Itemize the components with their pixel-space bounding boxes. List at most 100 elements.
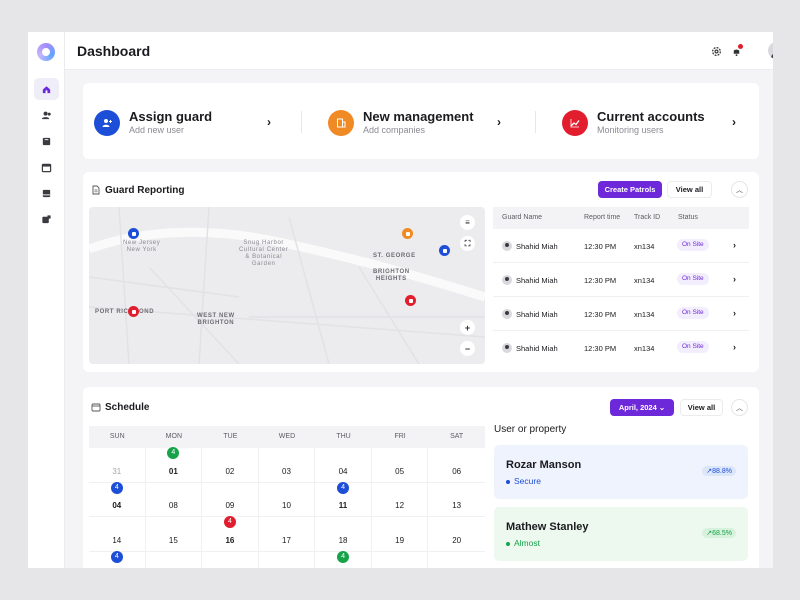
zoom-in-button[interactable]: + xyxy=(460,320,475,335)
user-property-title: User or property xyxy=(494,424,567,435)
user-plus-icon xyxy=(94,109,120,136)
view-all-button[interactable]: View all xyxy=(667,181,712,198)
top-bar: Dashboard ⌄ xyxy=(65,32,773,70)
chevron-up-icon: ︿ xyxy=(736,186,743,194)
day-number: 10 xyxy=(282,501,291,510)
logo[interactable] xyxy=(37,43,55,61)
new-management-action[interactable]: New management Add companies xyxy=(328,109,474,136)
user-name: Mathew Stanley xyxy=(506,521,589,533)
event-count-badge[interactable]: 4 xyxy=(167,447,180,459)
notifications-button[interactable] xyxy=(729,44,743,58)
calendar-day[interactable] xyxy=(259,551,316,568)
chevron-right-icon[interactable]: › xyxy=(267,115,271,129)
chevron-right-icon[interactable]: › xyxy=(497,115,501,129)
calendar-day[interactable]: 10 xyxy=(259,482,316,516)
current-accounts-action[interactable]: Current accounts Monitoring users xyxy=(562,109,705,136)
day-number: 18 xyxy=(338,535,348,545)
sidebar-item-inbox[interactable] xyxy=(34,182,59,204)
calendar-day[interactable]: 12 xyxy=(372,482,429,516)
day-number: 04 xyxy=(112,501,122,510)
calendar-day[interactable]: 4 11 xyxy=(315,481,372,516)
map-pin[interactable] xyxy=(128,306,139,317)
calendar-day[interactable]: 03 xyxy=(259,448,316,482)
map-pin[interactable] xyxy=(128,228,139,239)
calendar-day[interactable]: 4 01 xyxy=(146,447,203,482)
zoom-out-button[interactable]: − xyxy=(460,341,475,356)
day-number: 19 xyxy=(395,535,405,545)
status-badge: On Site xyxy=(677,341,709,353)
calendar-day[interactable]: 09 xyxy=(202,482,259,516)
calendar-day[interactable]: 15 xyxy=(146,517,203,551)
collapse-button[interactable]: ︿ xyxy=(731,181,748,198)
calendar-day[interactable]: 17 xyxy=(259,517,316,551)
calendar-week: 31 4 01 02 03 04 05 06 xyxy=(89,447,485,483)
collapse-button[interactable]: ︿ xyxy=(731,399,748,416)
chevron-right-icon[interactable]: › xyxy=(732,115,736,129)
event-count-badge[interactable]: 4 xyxy=(223,516,236,528)
view-all-button[interactable]: View all xyxy=(680,399,723,416)
event-count-badge[interactable]: 4 xyxy=(110,550,123,563)
calendar-day[interactable]: 20 xyxy=(428,517,485,551)
table-row[interactable]: Shahid Miah 12:30 PM xn134 On Site › xyxy=(493,229,749,263)
sidebar-item-briefcase[interactable] xyxy=(34,208,59,230)
calendar-day[interactable]: 4 xyxy=(315,550,372,568)
map-pin[interactable] xyxy=(402,228,413,239)
calendar-day[interactable]: 4 04 xyxy=(89,481,146,516)
month-label: April, 2024 xyxy=(618,403,657,412)
map-list-icon[interactable]: ≡ xyxy=(460,215,475,230)
guard-name: Shahid Miah xyxy=(516,344,558,353)
user-card[interactable]: Rozar Manson Secure ↗88.8% xyxy=(494,445,748,499)
sidebar-item-book[interactable] xyxy=(34,130,59,152)
sidebar-item-users[interactable] xyxy=(34,104,59,126)
chevron-right-icon[interactable]: › xyxy=(733,342,736,352)
calendar-day[interactable]: 06 xyxy=(428,448,485,482)
sidebar xyxy=(28,32,65,568)
calendar-day[interactable]: 14 xyxy=(89,517,146,551)
settings-button[interactable] xyxy=(709,44,723,58)
event-count-badge[interactable]: 4 xyxy=(337,550,350,563)
user-avatar[interactable] xyxy=(768,42,773,59)
calendar-day[interactable]: 18 xyxy=(315,517,372,551)
avatar xyxy=(502,241,512,251)
sidebar-item-calendar[interactable] xyxy=(34,156,59,178)
table-row[interactable]: Shahid Miah 12:30 PM xn134 On Site › xyxy=(493,263,749,297)
table-row[interactable]: Shahid Miah 12:30 PM xn134 On Site › xyxy=(493,331,749,365)
report-time: 12:30 PM xyxy=(584,310,617,319)
calendar-day[interactable] xyxy=(428,552,485,569)
calendar-day[interactable]: 04 xyxy=(315,448,372,482)
calendar-day[interactable] xyxy=(146,551,203,568)
calendar-day[interactable]: 31 xyxy=(89,448,146,482)
calendar-day[interactable]: 05 xyxy=(372,448,429,482)
report-time: 12:30 PM xyxy=(584,242,617,251)
avatar xyxy=(502,343,512,353)
map-pin[interactable] xyxy=(439,245,450,256)
user-card[interactable]: Mathew Stanley Almost ↗68.5% xyxy=(494,507,748,561)
chevron-right-icon[interactable]: › xyxy=(733,274,736,284)
sidebar-item-home[interactable] xyxy=(34,78,59,100)
map-pin[interactable] xyxy=(405,295,416,306)
event-count-badge[interactable]: 4 xyxy=(337,481,350,494)
calendar-day[interactable]: 02 xyxy=(202,448,259,482)
calendar-day[interactable]: 08 xyxy=(146,482,203,516)
calendar-day[interactable]: 4 16 xyxy=(202,516,259,551)
month-select[interactable]: April, 2024 ⌄ xyxy=(610,399,674,416)
calendar-day[interactable] xyxy=(202,551,259,568)
calendar-day[interactable]: 19 xyxy=(372,517,429,551)
map-roads xyxy=(89,207,485,364)
calendar-day[interactable]: 13 xyxy=(428,483,485,517)
calendar-day[interactable]: 4 xyxy=(89,550,146,568)
map[interactable]: New Jersey New York Snug Harbor Cultural C… xyxy=(89,207,485,364)
chevron-right-icon[interactable]: › xyxy=(733,240,736,250)
chevron-right-icon[interactable]: › xyxy=(733,308,736,318)
report-time: 12:30 PM xyxy=(584,344,617,353)
calendar-day[interactable] xyxy=(372,551,429,568)
day-number: 14 xyxy=(112,535,122,545)
fullscreen-icon[interactable]: ⛶ xyxy=(460,236,475,251)
assign-guard-action[interactable]: Assign guard Add new user xyxy=(94,109,212,136)
day-number: 03 xyxy=(282,466,291,476)
table-row[interactable]: Shahid Miah 12:30 PM xn134 On Site › xyxy=(493,297,749,331)
create-patrols-button[interactable]: Create Patrols xyxy=(598,181,662,198)
column-header: Track ID xyxy=(634,214,661,221)
action-title: Current accounts xyxy=(597,109,705,124)
event-count-badge[interactable]: 4 xyxy=(110,481,123,494)
